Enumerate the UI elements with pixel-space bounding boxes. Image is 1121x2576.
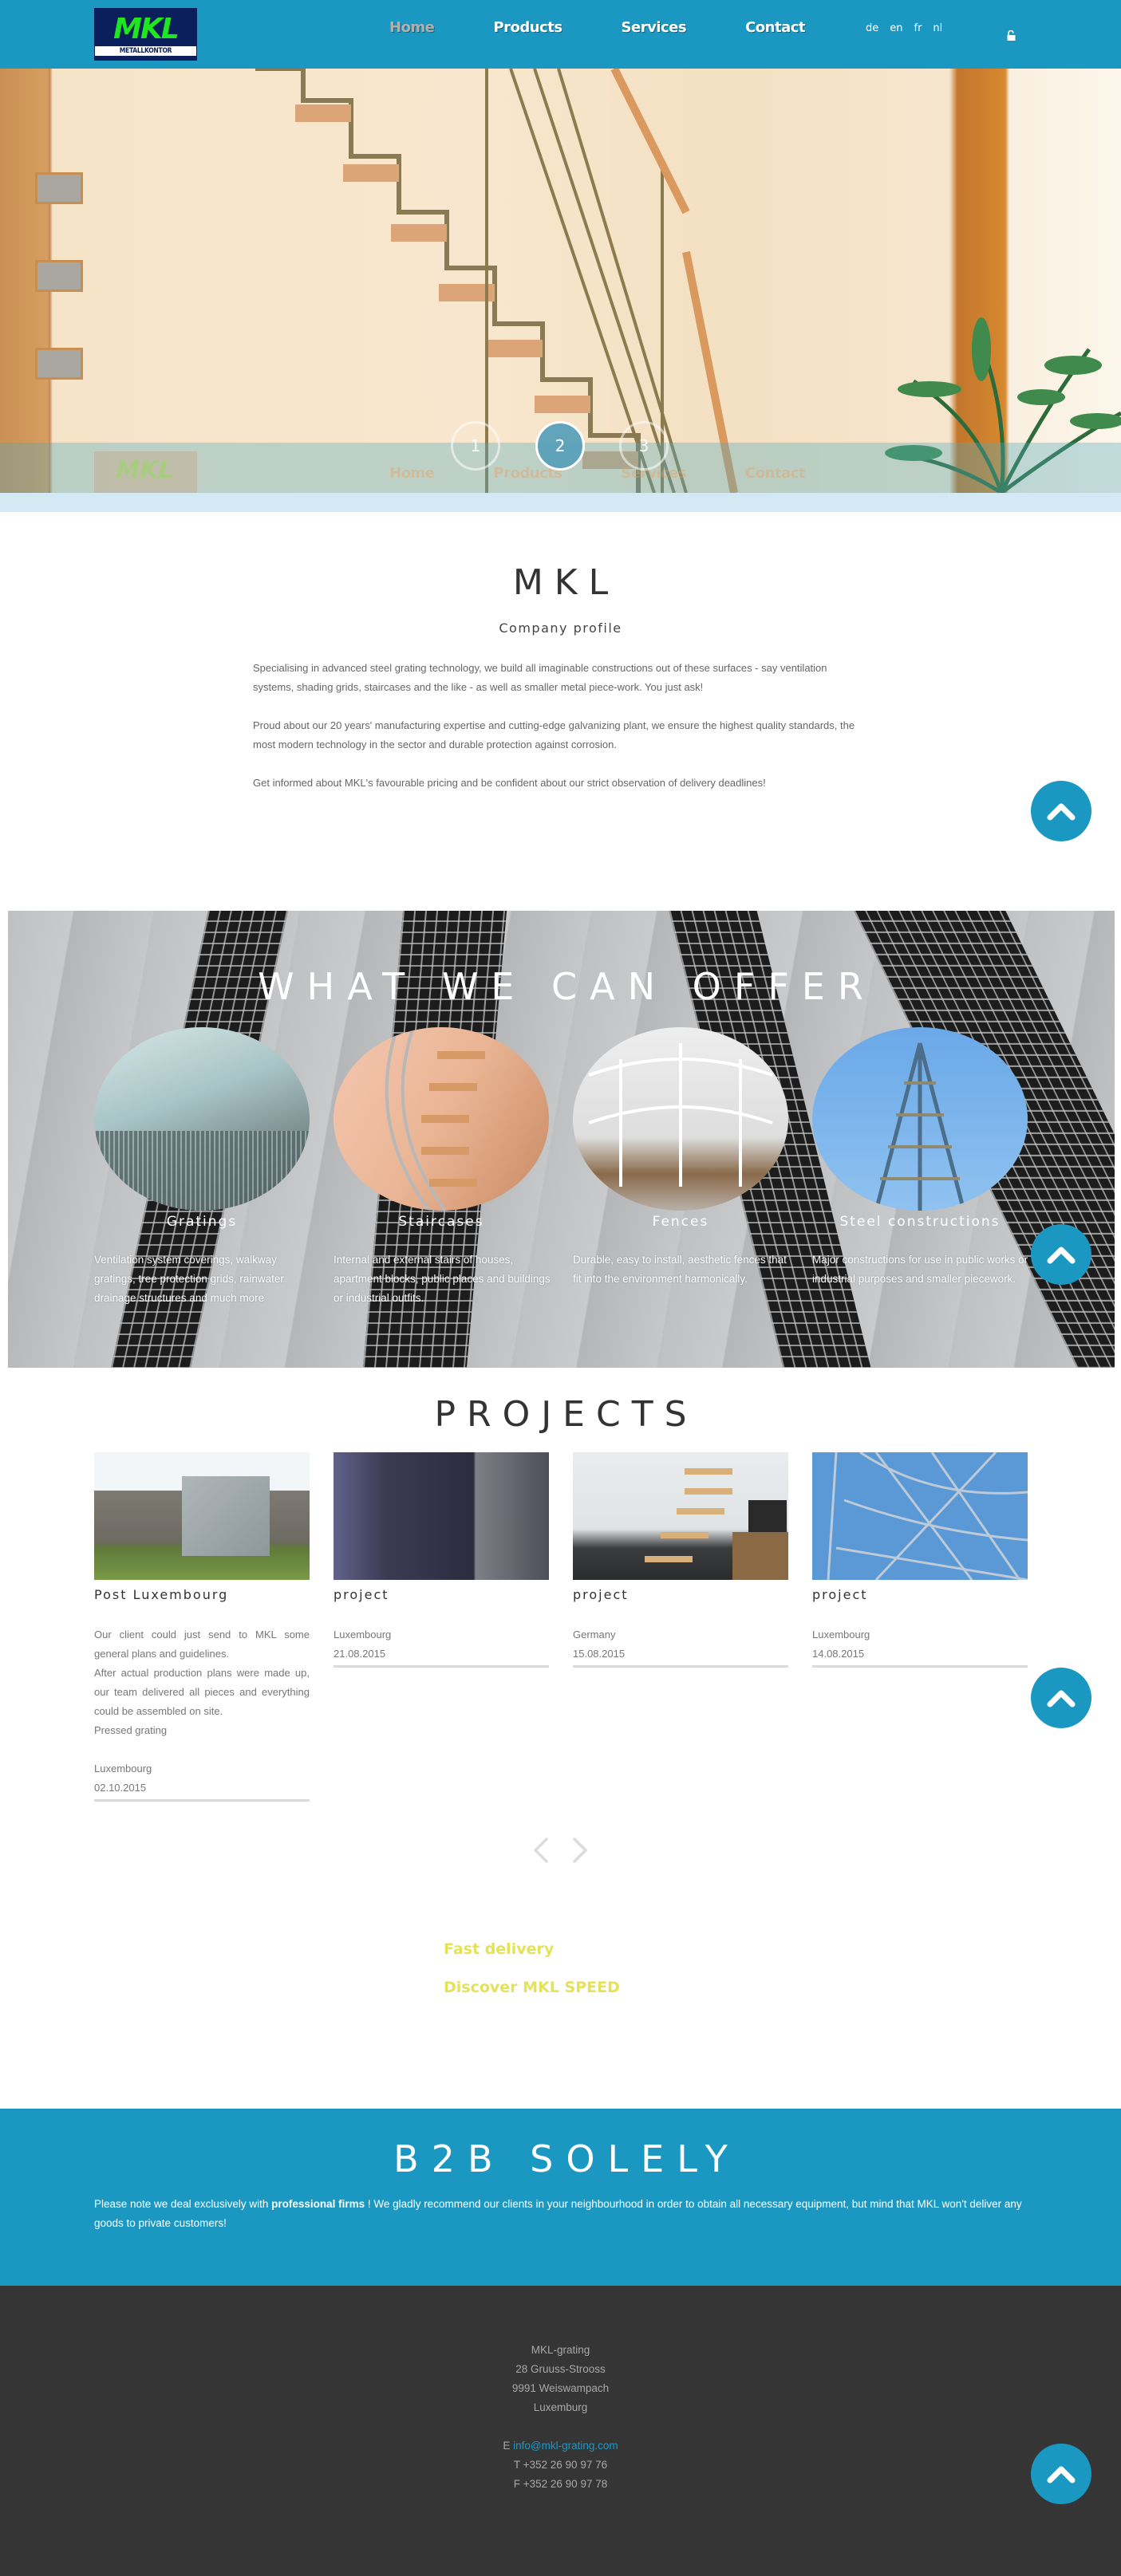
scroll-to-top-button[interactable]: [1031, 2444, 1091, 2504]
nav-reflection: Home Products Services Contact: [389, 465, 805, 482]
project-location: Luxembourg: [812, 1629, 870, 1641]
fast-delivery-link[interactable]: Fast delivery: [444, 1940, 554, 1958]
staircases-image[interactable]: [334, 1027, 549, 1211]
slide-dot-1[interactable]: 1: [451, 421, 500, 471]
scroll-to-top-button[interactable]: [1031, 1668, 1091, 1728]
b2b-title: B2B SOLELY: [393, 2137, 740, 2180]
project-title[interactable]: project: [812, 1587, 1028, 1602]
project-meta: Luxembourg 21.08.2015: [334, 1625, 549, 1668]
nav-home[interactable]: Home: [389, 19, 435, 36]
offer-desc-staircases: Internal and external stairs of houses, …: [334, 1254, 551, 1304]
main-nav: Home Products Services Contact: [389, 19, 864, 36]
scroll-to-top-button[interactable]: [1031, 1224, 1091, 1285]
profile-paragraph: Get informed about MKL's favourable pric…: [253, 777, 766, 789]
footer-email-link[interactable]: info@mkl-grating.com: [513, 2440, 618, 2452]
steel-constructions-image[interactable]: [812, 1027, 1028, 1211]
hero-bottom-strip: [0, 493, 1121, 512]
offer-desc-steel-constructions: Major constructions for use in public wo…: [812, 1254, 1028, 1285]
staircase-image: [255, 69, 738, 493]
scroll-to-top-button[interactable]: [1031, 781, 1091, 841]
logo-mark: MKL: [113, 13, 180, 45]
footer-street: 28 Gruuss-Strooss: [515, 2363, 606, 2375]
footer-fax: F +352 26 90 97 78: [513, 2478, 608, 2490]
nav-contact[interactable]: Contact: [745, 19, 805, 36]
door-window: [35, 172, 83, 204]
lang-de[interactable]: de: [866, 22, 878, 34]
offer-title: WHAT WE CAN OFFER: [258, 965, 876, 1008]
slide-dot-2[interactable]: 2: [535, 421, 585, 471]
offer-name-fences: Fences: [652, 1214, 709, 1230]
project-location: Luxembourg: [334, 1629, 392, 1641]
mkl-logo[interactable]: MKL METALLKONTOR: [94, 8, 197, 61]
project-image-2[interactable]: [334, 1452, 549, 1580]
project-title[interactable]: Post Luxembourg: [94, 1587, 310, 1602]
project-location: Luxembourg: [94, 1763, 152, 1774]
offer-desc-fences: Durable, easy to install, aesthetic fenc…: [573, 1254, 787, 1285]
chevron-up-icon: [1047, 1690, 1076, 1707]
site-header: MKL METALLKONTOR Home Products Services …: [0, 0, 1121, 69]
footer-address: MKL-grating 28 Gruuss-Strooss 9991 Weisw…: [0, 2341, 1121, 2494]
project-meta: Luxembourg 14.08.2015: [812, 1625, 1028, 1668]
language-switcher: de en fr nl: [866, 22, 942, 34]
project-title[interactable]: project: [573, 1587, 788, 1602]
chevron-up-icon: [1047, 1247, 1076, 1264]
project-description: Our client could just send to MKL some g…: [94, 1629, 310, 1736]
offer-name-gratings: Gratings: [166, 1214, 238, 1230]
project-image-4[interactable]: [812, 1452, 1028, 1580]
discover-mkl-speed-link[interactable]: Discover MKL SPEED: [444, 1979, 620, 1996]
project-date: 15.08.2015: [573, 1648, 626, 1660]
profile-paragraph: Proud about our 20 years' manufacturing …: [253, 719, 855, 750]
profile-subtitle: Company profile: [499, 620, 622, 636]
project-meta: Luxembourg 02.10.2015: [94, 1759, 310, 1802]
slide-dot-3[interactable]: 3: [619, 421, 669, 471]
footer-email-line: E info@mkl-grating.com: [503, 2440, 618, 2452]
profile-text: Specialising in advanced steel grating t…: [253, 659, 869, 812]
logo-subtext: METALLKONTOR: [95, 46, 196, 56]
footer-phone: T +352 26 90 97 76: [513, 2459, 608, 2471]
project-image-post-luxembourg[interactable]: [94, 1452, 310, 1580]
project-meta: Germany 15.08.2015: [573, 1625, 788, 1668]
projects-title: PROJECTS: [434, 1394, 698, 1435]
profile-paragraph: Specialising in advanced steel grating t…: [253, 662, 827, 693]
chevron-up-icon: [1047, 2466, 1076, 2483]
nav-services[interactable]: Services: [622, 19, 687, 36]
lang-fr[interactable]: fr: [914, 22, 922, 34]
door-window: [35, 260, 83, 292]
footer-country: Luxemburg: [533, 2401, 588, 2413]
nav-products[interactable]: Products: [493, 19, 562, 36]
offer-name-steel-constructions: Steel constructions: [839, 1214, 1001, 1230]
fences-image[interactable]: [573, 1027, 788, 1211]
project-image-3[interactable]: [573, 1452, 788, 1580]
project-title[interactable]: project: [334, 1587, 549, 1602]
profile-title: MKL: [512, 562, 620, 603]
project-date: 14.08.2015: [812, 1648, 865, 1660]
lang-en[interactable]: en: [890, 22, 902, 34]
lang-nl[interactable]: nl: [933, 22, 942, 34]
footer-city: 9991 Weiswampach: [511, 2382, 610, 2394]
chevron-right-icon[interactable]: [572, 1837, 588, 1864]
chevron-up-icon: [1047, 803, 1076, 821]
offer-desc-gratings: Ventilation system coverings, walkway gr…: [94, 1254, 284, 1304]
project-date: 02.10.2015: [94, 1782, 147, 1794]
project-date: 21.08.2015: [334, 1648, 386, 1660]
chevron-left-icon[interactable]: [533, 1837, 549, 1864]
offer-name-staircases: Staircases: [398, 1214, 484, 1230]
unlocked-padlock-icon[interactable]: [1007, 30, 1016, 41]
gratings-image[interactable]: [94, 1027, 310, 1211]
project-location: Germany: [573, 1629, 616, 1641]
footer-company: MKL-grating: [531, 2344, 590, 2356]
door-window: [35, 348, 83, 380]
b2b-notice: Please note we deal exclusively with pro…: [94, 2198, 1022, 2229]
